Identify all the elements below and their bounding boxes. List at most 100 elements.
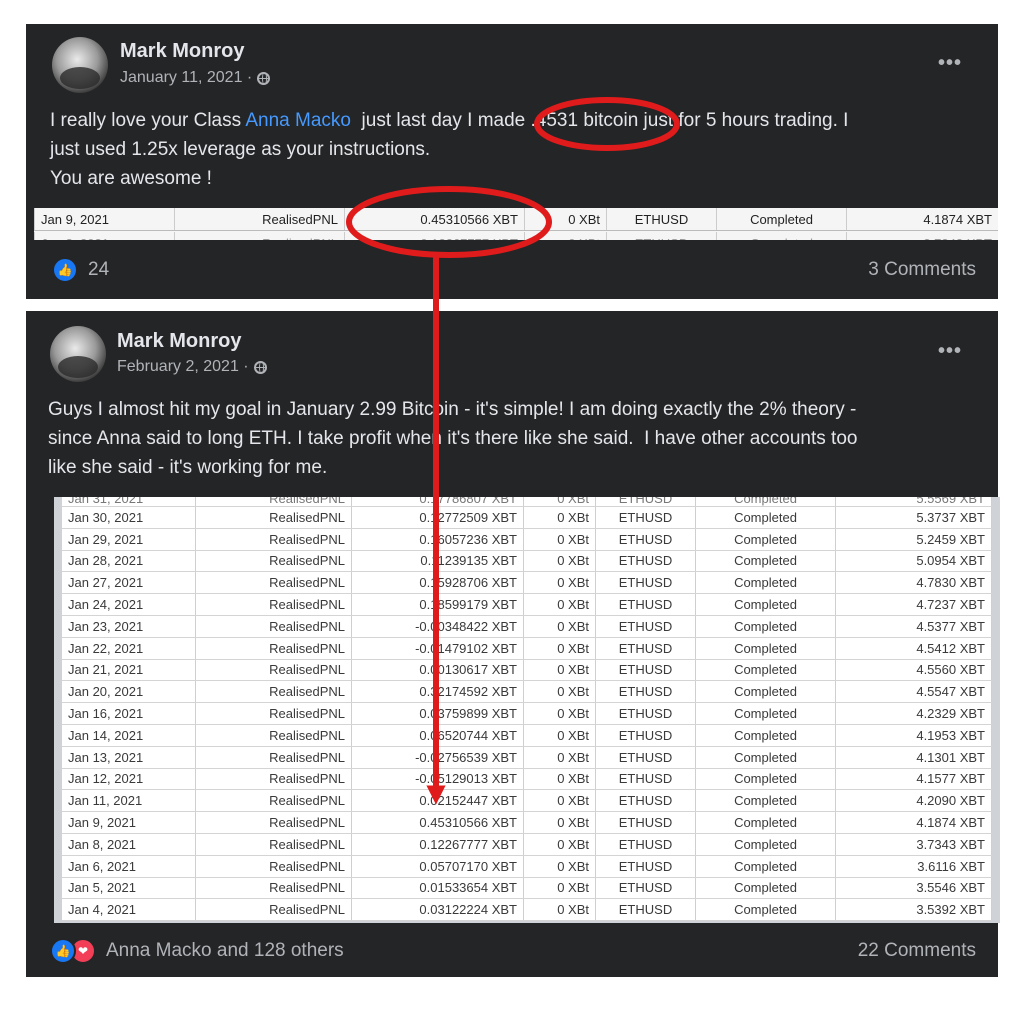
reactions[interactable]: 👍 24 xyxy=(52,257,109,283)
author-avatar[interactable] xyxy=(50,326,106,382)
cell-balance: 4.2329 XBT xyxy=(836,703,992,724)
attached-image[interactable]: Jan 31, 2021 RealisedPNL 0.17786807 XBT 0 X… xyxy=(54,497,1000,923)
cell-date: Jan 27, 2021 xyxy=(62,572,196,594)
attached-image-strip[interactable]: Jan 9, 2021 RealisedPNL 0.45310566 XBT 0… xyxy=(34,208,998,240)
cell-status: Completed xyxy=(696,594,836,615)
cell-amount: -0.02756539 XBT xyxy=(352,746,524,768)
cell-symbol: ETHUSD xyxy=(606,232,716,240)
cell-date: Jan 6, 2021 xyxy=(62,855,196,877)
cell-fee: 0 XBt xyxy=(524,877,596,899)
cell-symbol: ETHUSD xyxy=(596,877,696,899)
post-date[interactable]: January 11, 2021 · xyxy=(120,69,271,87)
cell-fee: 0 XBt xyxy=(524,497,596,506)
cell-type: RealisedPNL xyxy=(196,790,352,812)
cell-symbol: ETHUSD xyxy=(596,528,696,550)
author-name[interactable]: Mark Monroy xyxy=(117,330,241,353)
transactions-table: Jan 31, 2021 RealisedPNL 0.17786807 XBT 0 X… xyxy=(62,497,992,922)
cell-balance: 4.7830 XBT xyxy=(836,572,992,594)
cell-type: RealisedPNL xyxy=(196,681,352,703)
cell-amount: 0.03759899 XBT xyxy=(352,703,524,724)
cell-status: Completed xyxy=(696,681,836,703)
post-date-text: January 11, 2021 · xyxy=(120,69,253,86)
cell-status: Completed xyxy=(696,855,836,877)
post-text-line-1: I really love your Class Anna Macko just… xyxy=(50,106,980,135)
cell-type: RealisedPNL xyxy=(196,497,352,506)
cell-symbol: ETHUSD xyxy=(596,681,696,703)
table-row: Jan 16, 2021 RealisedPNL 0.03759899 XBT 0 X… xyxy=(62,703,992,725)
cell-date: Jan 9, 2021 xyxy=(34,208,174,230)
table-row: Jan 8, 2021 RealisedPNL 0.12267777 XBT 0 XB… xyxy=(62,833,992,856)
cell-symbol: ETHUSD xyxy=(596,637,696,659)
table-row: Jan 9, 2021 RealisedPNL 0.45310566 XBT 0 XB… xyxy=(62,812,992,834)
cell-status: Completed xyxy=(696,507,836,528)
more-options-icon[interactable]: ••• xyxy=(938,340,962,363)
post-text-line-3: You are awesome ! xyxy=(50,168,212,189)
author-avatar[interactable] xyxy=(52,37,108,93)
cell-status: Completed xyxy=(696,572,836,594)
cell-amount: 0.45310566 XBT xyxy=(352,812,524,833)
cell-amount: 0.45310566 XBT xyxy=(344,208,524,230)
comments-link[interactable]: 22 Comments xyxy=(858,940,976,962)
cell-date: Jan 21, 2021 xyxy=(62,659,196,681)
cell-status: Completed xyxy=(696,637,836,659)
cell-symbol: ETHUSD xyxy=(596,812,696,833)
cell-symbol: ETHUSD xyxy=(596,615,696,637)
cell-amount: -0.05129013 XBT xyxy=(352,768,524,790)
cell-amount: 0.01533654 XBT xyxy=(352,877,524,899)
cell-symbol: ETHUSD xyxy=(596,507,696,528)
cell-date: Jan 20, 2021 xyxy=(62,681,196,703)
cell-date: Jan 28, 2021 xyxy=(62,550,196,572)
cell-date: Jan 14, 2021 xyxy=(62,724,196,746)
reactions-count: 24 xyxy=(88,259,110,280)
cell-date: Jan 23, 2021 xyxy=(62,615,196,637)
cell-type: RealisedPNL xyxy=(196,877,352,899)
cell-amount: 0.12267777 XBT xyxy=(344,232,524,240)
cell-balance: 4.1577 XBT xyxy=(836,768,992,790)
post-date[interactable]: February 2, 2021 · xyxy=(117,358,267,376)
cell-fee: 0 XBt xyxy=(524,899,596,921)
table-row: Jan 23, 2021 RealisedPNL -0.00348422 XBT 0 … xyxy=(62,615,992,638)
cell-date: Jan 16, 2021 xyxy=(62,703,196,724)
more-options-icon[interactable]: ••• xyxy=(938,52,962,75)
comments-link[interactable]: 3 Comments xyxy=(868,259,976,281)
author-name[interactable]: Mark Monroy xyxy=(120,40,244,63)
cell-amount: 0.03122224 XBT xyxy=(352,899,524,921)
table-row: Jan 14, 2021 RealisedPNL 0.06520744 XBT 0 X… xyxy=(62,724,992,747)
cell-amount: 0.12772509 XBT xyxy=(352,507,524,528)
cell-date: Jan 11, 2021 xyxy=(62,790,196,812)
cell-type: RealisedPNL xyxy=(196,703,352,724)
cell-date: Jan 8, 2021 xyxy=(62,833,196,855)
cell-amount: 0.02152447 XBT xyxy=(352,790,524,812)
reactions-text: Anna Macko and 128 others xyxy=(106,940,344,961)
cell-status: Completed xyxy=(716,208,846,230)
cell-type: RealisedPNL xyxy=(196,572,352,594)
cell-symbol: ETHUSD xyxy=(596,594,696,615)
cell-type: RealisedPNL xyxy=(196,615,352,637)
cell-fee: 0 XBt xyxy=(524,528,596,550)
table-row: Jan 4, 2021 RealisedPNL 0.03122224 XBT 0 XB… xyxy=(62,899,992,922)
reactions[interactable]: 👍 ❤ Anna Macko and 128 others xyxy=(50,938,344,964)
cell-date: Jan 22, 2021 xyxy=(62,637,196,659)
mention-link[interactable]: Anna Macko xyxy=(245,110,351,131)
cell-balance: 4.1301 XBT xyxy=(836,746,992,768)
cell-fee: 0 XBt xyxy=(524,507,596,528)
cell-type: RealisedPNL xyxy=(196,812,352,833)
cell-date: Jan 30, 2021 xyxy=(62,507,196,528)
cell-date: Jan 13, 2021 xyxy=(62,746,196,768)
post-1: Mark Monroy January 11, 2021 · ••• I rea… xyxy=(26,24,998,299)
cell-symbol: ETHUSD xyxy=(596,497,696,506)
post-text-line-3: like she said - it's working for me. xyxy=(48,457,328,478)
table-row: Jan 11, 2021 RealisedPNL 0.02152447 XBT 0 X… xyxy=(62,790,992,813)
cell-fee: 0 XBt xyxy=(524,550,596,572)
cell-status: Completed xyxy=(696,746,836,768)
cell-date: Jan 31, 2021 xyxy=(62,497,196,506)
cell-status: Completed xyxy=(696,833,836,855)
cell-amount: 0.18599179 XBT xyxy=(352,594,524,615)
cell-amount: 0.11239135 XBT xyxy=(352,550,524,572)
cell-type: RealisedPNL xyxy=(196,746,352,768)
cell-amount: 0.17786807 XBT xyxy=(352,497,524,506)
cell-balance: 5.5569 XBT xyxy=(836,497,992,506)
cell-symbol: ETHUSD xyxy=(596,768,696,790)
cell-date: Jan 29, 2021 xyxy=(62,528,196,550)
cell-symbol: ETHUSD xyxy=(596,899,696,921)
